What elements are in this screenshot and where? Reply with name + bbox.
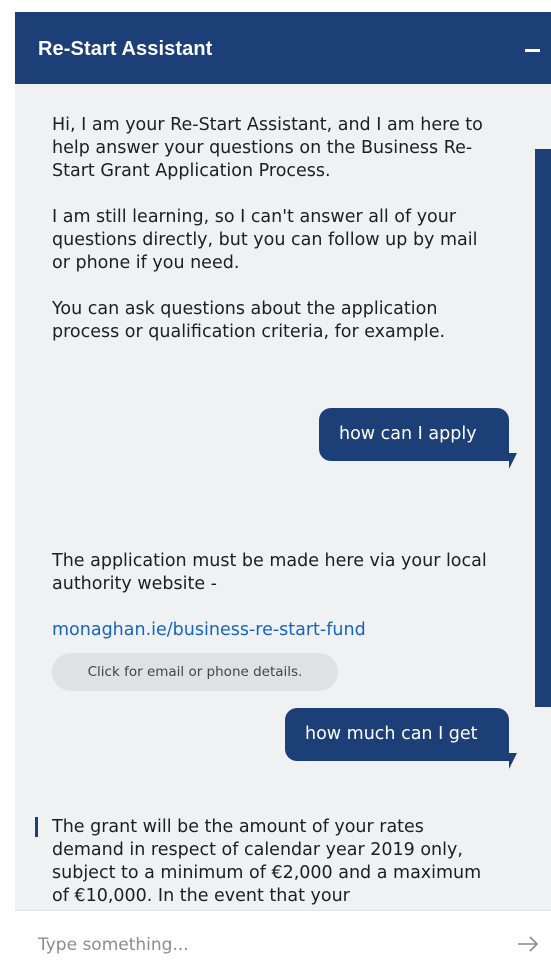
- chat-title: Re-Start Assistant: [38, 38, 213, 60]
- send-button[interactable]: [513, 929, 543, 959]
- message-composer: [15, 910, 551, 975]
- chat-header: Re-Start Assistant: [15, 12, 551, 84]
- bubble-tail: [509, 753, 517, 769]
- application-link[interactable]: monaghan.ie/business-re-start-fund: [52, 620, 366, 640]
- user-message-text: how can I apply: [339, 424, 477, 444]
- bot-message-intro: Hi, I am your Re-Start Assistant, and I …: [52, 115, 483, 342]
- minus-icon: [525, 49, 540, 52]
- user-message-text: how much can I get: [305, 724, 478, 744]
- bot-message-apply: The application must be made here via yo…: [52, 527, 497, 642]
- chat-transcript[interactable]: Hi, I am your Re-Start Assistant, and I …: [15, 84, 551, 910]
- scrollbar-thumb[interactable]: [535, 149, 551, 707]
- arrow-right-icon: [518, 936, 539, 952]
- bot-message-grant: The grant will be the amount of your rat…: [52, 817, 482, 906]
- user-message: how can I apply: [319, 408, 517, 469]
- message-input[interactable]: [36, 929, 480, 961]
- user-message: how much can I get: [285, 708, 517, 769]
- message-focus-indicator: [35, 817, 38, 837]
- contact-details-button[interactable]: Click for email or phone details.: [52, 653, 338, 691]
- bot-message-text: The application must be made here via yo…: [52, 551, 487, 594]
- chat-widget: Re-Start Assistant Hi, I am your Re-Star…: [15, 12, 551, 975]
- minimize-button[interactable]: [521, 30, 543, 60]
- bubble-tail: [509, 453, 517, 469]
